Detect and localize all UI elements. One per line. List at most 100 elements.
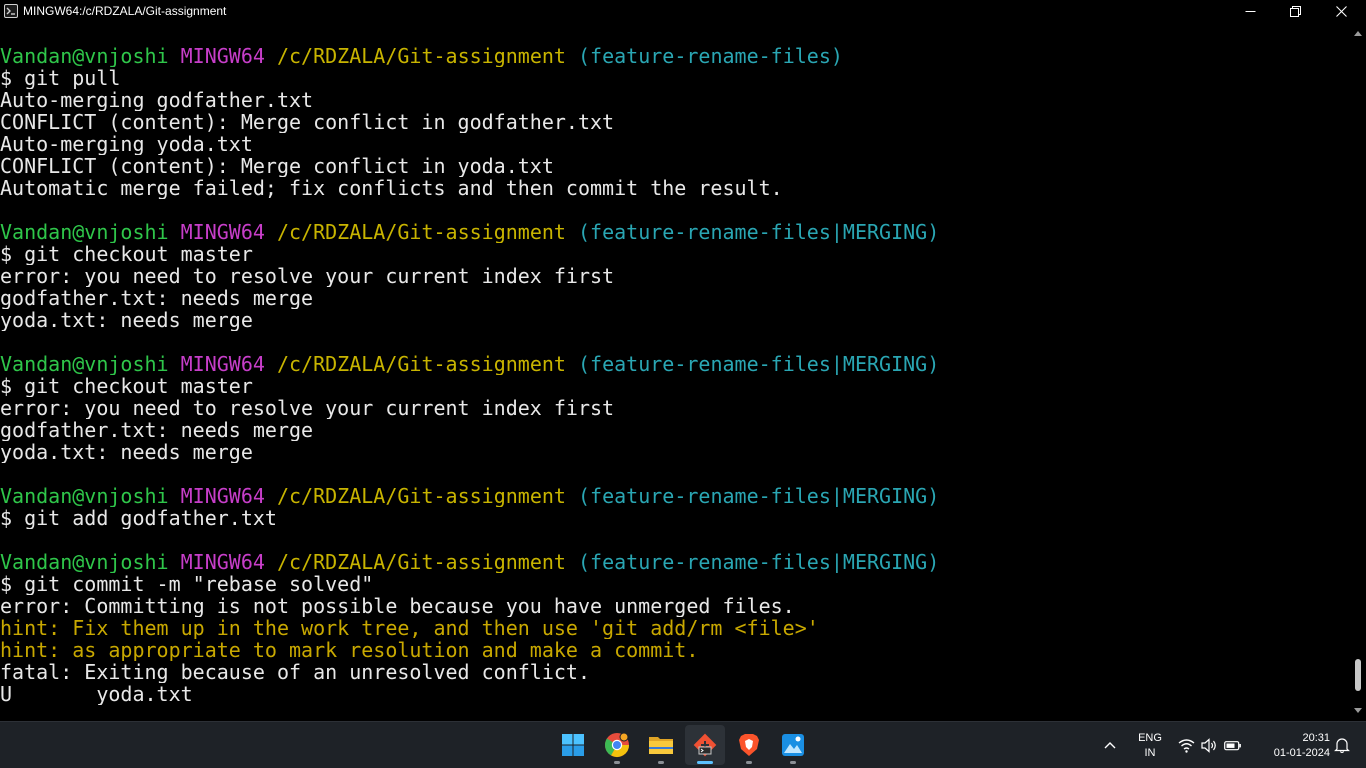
prompt-system: MINGW64 xyxy=(180,551,265,573)
vertical-scrollbar[interactable] xyxy=(1350,23,1366,721)
running-indicator xyxy=(746,761,752,764)
photos-icon xyxy=(782,734,804,756)
prompt-system: MINGW64 xyxy=(180,485,265,507)
clock[interactable]: 20:31 01-01-2024 xyxy=(1254,731,1330,761)
taskbar-brave[interactable] xyxy=(729,725,769,765)
terminal-line: hint: Fix them up in the work tree, and … xyxy=(0,617,1350,639)
terminal-text: fatal: Exiting because of an unresolved … xyxy=(0,661,591,683)
terminal-line: $ git pull xyxy=(0,67,1350,89)
terminal-text: U yoda.txt xyxy=(0,683,193,705)
terminal-text: $ git pull xyxy=(0,67,121,89)
terminal-text: yoda.txt: needs merge xyxy=(0,309,253,331)
terminal-line: Auto-merging yoda.txt xyxy=(0,133,1350,155)
prompt-path: /c/RDZALA/Git-assignment xyxy=(276,45,566,67)
terminal-line: Auto-merging godfather.txt xyxy=(0,89,1350,111)
restore-button[interactable] xyxy=(1272,0,1318,23)
terminal-line: Vandan@vnjoshi MINGW64 /c/RDZALA/Git-ass… xyxy=(0,45,1350,67)
running-indicator xyxy=(658,761,664,764)
terminal-text: $ git add godfather.txt xyxy=(0,507,277,529)
minimize-icon xyxy=(1245,11,1255,12)
terminal-text: godfather.txt: needs merge xyxy=(0,419,314,441)
clock-time: 20:31 xyxy=(1302,732,1330,744)
prompt-user: Vandan@vnjoshi xyxy=(0,485,169,507)
notification-bell-icon[interactable] xyxy=(1333,736,1351,754)
system-tray-quick-settings[interactable] xyxy=(1178,736,1244,754)
prompt-user: Vandan@vnjoshi xyxy=(0,221,169,243)
taskbar-chrome[interactable] xyxy=(597,725,637,765)
windows-start-icon xyxy=(562,734,584,756)
scrollbar-thumb[interactable] xyxy=(1355,659,1361,691)
running-indicator xyxy=(614,761,620,764)
close-button[interactable] xyxy=(1318,0,1364,23)
chevron-up-icon[interactable] xyxy=(1101,736,1119,754)
language-label: ENG xyxy=(1138,732,1162,744)
terminal-line: CONFLICT (content): Merge conflict in yo… xyxy=(0,155,1350,177)
terminal-text: error: you need to resolve your current … xyxy=(0,265,615,287)
scroll-down-arrow-icon[interactable] xyxy=(1354,708,1362,713)
terminal-text: $ git checkout master xyxy=(0,375,253,397)
prompt-branch: (feature-rename-files|MERGING) xyxy=(578,551,940,573)
language-indicator[interactable]: ENG IN xyxy=(1133,731,1167,761)
prompt-branch: (feature-rename-files|MERGING) xyxy=(578,221,940,243)
taskbar-start-button[interactable] xyxy=(553,725,593,765)
title-bar[interactable]: MINGW64:/c/RDZALA/Git-assignment xyxy=(0,0,1366,23)
terminal-line: yoda.txt: needs merge xyxy=(0,309,1350,331)
terminal-line: yoda.txt: needs merge xyxy=(0,441,1350,463)
file-explorer-icon xyxy=(649,737,673,754)
terminal-text: error: Committing is not possible becaus… xyxy=(0,595,795,617)
terminal-line: godfather.txt: needs merge xyxy=(0,419,1350,441)
taskbar-photos[interactable] xyxy=(773,725,813,765)
terminal-text: godfather.txt: needs merge xyxy=(0,287,314,309)
terminal-text: Automatic merge failed; fix conflicts an… xyxy=(0,177,783,199)
prompt-path: /c/RDZALA/Git-assignment xyxy=(276,221,566,243)
prompt-branch: (feature-rename-files|MERGING) xyxy=(578,485,940,507)
clock-date: 01-01-2024 xyxy=(1273,747,1330,759)
terminal-line: CONFLICT (content): Merge conflict in go… xyxy=(0,111,1350,133)
chrome-icon xyxy=(605,732,629,758)
taskbar-git-bash[interactable] xyxy=(685,725,725,765)
terminal-text: error: you need to resolve your current … xyxy=(0,397,615,419)
terminal-line: $ git commit -m "rebase solved" xyxy=(0,573,1350,595)
terminal-text: Auto-merging godfather.txt xyxy=(0,89,314,111)
terminal-line: godfather.txt: needs merge xyxy=(0,287,1350,309)
hint-text: hint: as appropriate to mark resolution … xyxy=(0,639,699,661)
prompt-user: Vandan@vnjoshi xyxy=(0,45,169,67)
running-indicator xyxy=(790,761,796,764)
terminal-line: error: Committing is not possible becaus… xyxy=(0,595,1350,617)
prompt-user: Vandan@vnjoshi xyxy=(0,551,169,573)
terminal-text: CONFLICT (content): Merge conflict in go… xyxy=(0,111,615,133)
terminal-line: $ git checkout master xyxy=(0,375,1350,397)
terminal-text: yoda.txt: needs merge xyxy=(0,441,253,463)
brave-browser-icon xyxy=(739,734,759,756)
terminal-line: $ git add godfather.txt xyxy=(0,507,1350,529)
terminal-line: U yoda.txt xyxy=(0,683,1350,705)
git-bash-icon xyxy=(693,733,717,757)
close-icon xyxy=(1335,6,1347,17)
hint-text: hint: Fix them up in the work tree, and … xyxy=(0,617,819,639)
terminal-line: Vandan@vnjoshi MINGW64 /c/RDZALA/Git-ass… xyxy=(0,551,1350,573)
terminal-line: hint: as appropriate to mark resolution … xyxy=(0,639,1350,661)
taskbar-file-explorer[interactable] xyxy=(641,725,681,765)
scroll-up-arrow-icon[interactable] xyxy=(1354,31,1362,36)
terminal-output[interactable]: Vandan@vnjoshi MINGW64 /c/RDZALA/Git-ass… xyxy=(0,45,1350,721)
battery-icon xyxy=(1224,740,1241,750)
terminal-line: Vandan@vnjoshi MINGW64 /c/RDZALA/Git-ass… xyxy=(0,485,1350,507)
prompt-system: MINGW64 xyxy=(180,45,265,67)
taskbar: ENG IN 20:31 01-01-2024 xyxy=(0,721,1366,768)
minimize-button[interactable] xyxy=(1227,0,1273,23)
prompt-system: MINGW64 xyxy=(180,353,265,375)
prompt-system: MINGW64 xyxy=(180,221,265,243)
prompt-branch: (feature-rename-files) xyxy=(578,45,843,67)
region-label: IN xyxy=(1144,747,1156,759)
